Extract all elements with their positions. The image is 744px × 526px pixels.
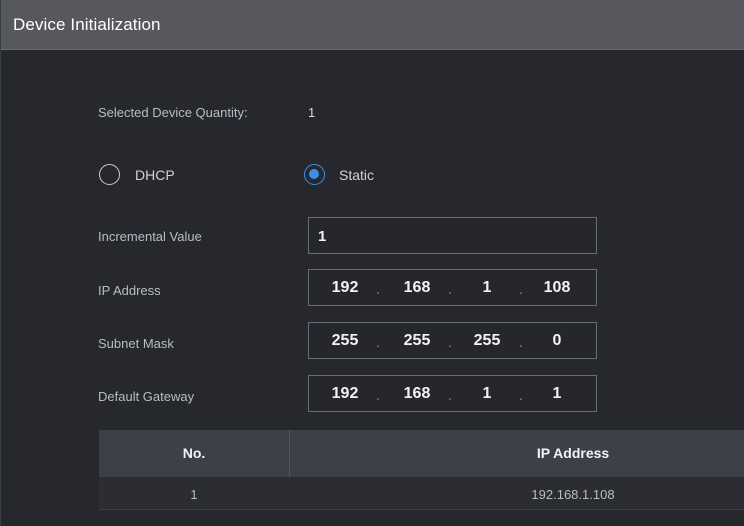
default-gateway-input[interactable]: 192 . 168 . 1 . 1 <box>308 375 597 412</box>
default-gateway-octet-4[interactable]: 1 <box>535 385 579 403</box>
ip-address-octet-2[interactable]: 168 <box>395 279 439 297</box>
dialog-titlebar: Device Initialization <box>1 0 744 50</box>
default-gateway-dot: . <box>448 387 452 403</box>
device-table: No. IP Address 1 192.168.1.108 <box>99 430 744 510</box>
subnet-mask-octet-4[interactable]: 0 <box>535 332 579 350</box>
default-gateway-octet-2[interactable]: 168 <box>395 385 439 403</box>
subnet-mask-input[interactable]: 255 . 255 . 255 . 0 <box>308 322 597 359</box>
subnet-mask-octet-3[interactable]: 255 <box>465 332 509 350</box>
dialog-title: Device Initialization <box>13 15 161 34</box>
ip-address-octet-1[interactable]: 192 <box>323 279 367 297</box>
dhcp-radio[interactable] <box>99 164 120 185</box>
selected-quantity-value: 1 <box>308 105 316 120</box>
default-gateway-dot: . <box>376 387 380 403</box>
subnet-mask-octet-2[interactable]: 255 <box>395 332 439 350</box>
ip-address-input[interactable]: 192 . 168 . 1 . 108 <box>308 269 597 306</box>
row-ip-cell: 192.168.1.108 <box>531 487 615 502</box>
subnet-mask-octet-1[interactable]: 255 <box>323 332 367 350</box>
static-radio[interactable] <box>304 164 325 185</box>
subnet-mask-dot: . <box>519 334 523 350</box>
default-gateway-dot: . <box>519 387 523 403</box>
ip-address-octet-3[interactable]: 1 <box>465 279 509 297</box>
ip-address-dot: . <box>519 281 523 297</box>
ip-address-octet-4[interactable]: 108 <box>535 279 579 297</box>
static-radio-label[interactable]: Static <box>339 167 374 183</box>
ip-address-dot: . <box>448 281 452 297</box>
default-gateway-octet-1[interactable]: 192 <box>323 385 367 403</box>
subnet-mask-dot: . <box>376 334 380 350</box>
device-initialization-dialog: Device Initialization Selected Device Qu… <box>0 0 744 526</box>
default-gateway-label: Default Gateway <box>98 389 195 404</box>
ip-address-label: IP Address <box>98 283 161 298</box>
table-row[interactable]: 1 192.168.1.108 <box>99 477 744 510</box>
row-no-cell: 1 <box>190 487 198 502</box>
column-header-no[interactable]: No. <box>99 445 289 461</box>
subnet-mask-dot: . <box>448 334 452 350</box>
table-header: No. IP Address <box>99 430 744 477</box>
subnet-mask-label: Subnet Mask <box>98 336 174 351</box>
incremental-value-text: 1 <box>318 228 327 245</box>
column-header-ip-address[interactable]: IP Address <box>290 445 744 461</box>
incremental-value-label: Incremental Value <box>98 229 202 244</box>
incremental-value-input[interactable]: 1 <box>308 217 597 254</box>
selected-quantity-label: Selected Device Quantity: <box>98 105 248 120</box>
default-gateway-octet-3[interactable]: 1 <box>465 385 509 403</box>
dhcp-radio-label[interactable]: DHCP <box>135 167 175 183</box>
ip-address-dot: . <box>376 281 380 297</box>
